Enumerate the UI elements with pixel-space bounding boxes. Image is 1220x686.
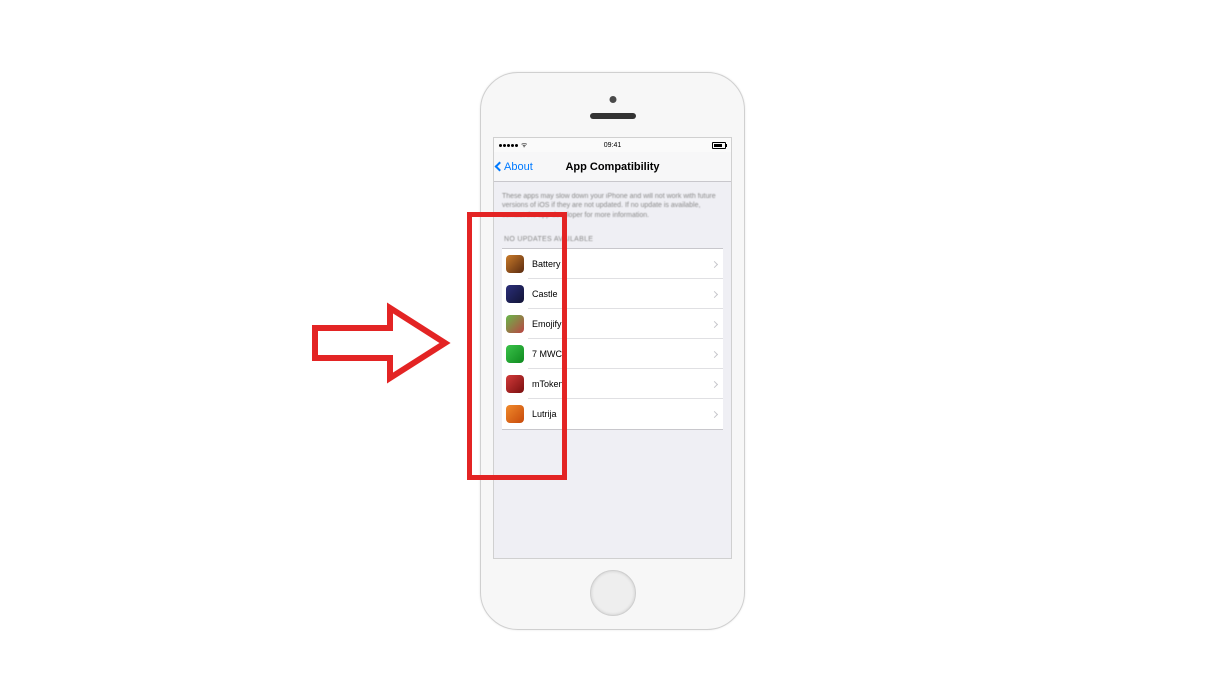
phone-screen: ᯤ 09:41 About App Compatibility These ap… [493, 137, 732, 559]
wifi-icon: ᯤ [521, 141, 527, 150]
phone-camera-dot [609, 96, 616, 103]
list-item[interactable]: mToken [502, 369, 723, 399]
section-header: NO UPDATES AVAILABLE [504, 236, 723, 243]
chevron-right-icon [711, 321, 718, 328]
back-label: About [504, 161, 533, 173]
signal-dots-icon [499, 144, 518, 147]
back-button[interactable]: About [494, 161, 533, 173]
app-icon [506, 345, 524, 363]
list-item[interactable]: Emojify [502, 309, 723, 339]
list-item[interactable]: Lutrija [502, 399, 723, 429]
status-left: ᯤ [499, 141, 527, 150]
back-chevron-icon [495, 162, 505, 172]
chevron-right-icon [711, 291, 718, 298]
app-name-label: 7 MWC [532, 349, 712, 359]
chevron-right-icon [711, 411, 718, 418]
app-icon [506, 255, 524, 273]
description-text: These apps may slow down your iPhone and… [502, 192, 723, 220]
list-item[interactable]: 7 MWC [502, 339, 723, 369]
app-icon [506, 315, 524, 333]
battery-icon [712, 142, 726, 149]
app-name-label: mToken [532, 379, 712, 389]
app-name-label: Lutrija [532, 409, 712, 419]
chevron-right-icon [711, 381, 718, 388]
app-list: Battery Castle Emojify 7 MWC [502, 248, 723, 430]
status-time: 09:41 [494, 142, 731, 149]
app-icon [506, 405, 524, 423]
content-area: These apps may slow down your iPhone and… [494, 182, 731, 430]
chevron-right-icon [711, 261, 718, 268]
app-name-label: Emojify [532, 319, 712, 329]
status-bar: ᯤ 09:41 [494, 138, 731, 152]
phone-device: ᯤ 09:41 About App Compatibility These ap… [480, 72, 745, 630]
app-name-label: Castle [532, 289, 712, 299]
list-item[interactable]: Castle [502, 279, 723, 309]
home-button[interactable] [590, 570, 636, 616]
list-item[interactable]: Battery [502, 249, 723, 279]
annotation-arrow-icon [305, 298, 455, 398]
app-name-label: Battery [532, 259, 712, 269]
app-icon [506, 285, 524, 303]
phone-earpiece [590, 113, 636, 119]
status-right [712, 142, 726, 149]
nav-bar: About App Compatibility [494, 152, 731, 182]
app-icon [506, 375, 524, 393]
chevron-right-icon [711, 351, 718, 358]
